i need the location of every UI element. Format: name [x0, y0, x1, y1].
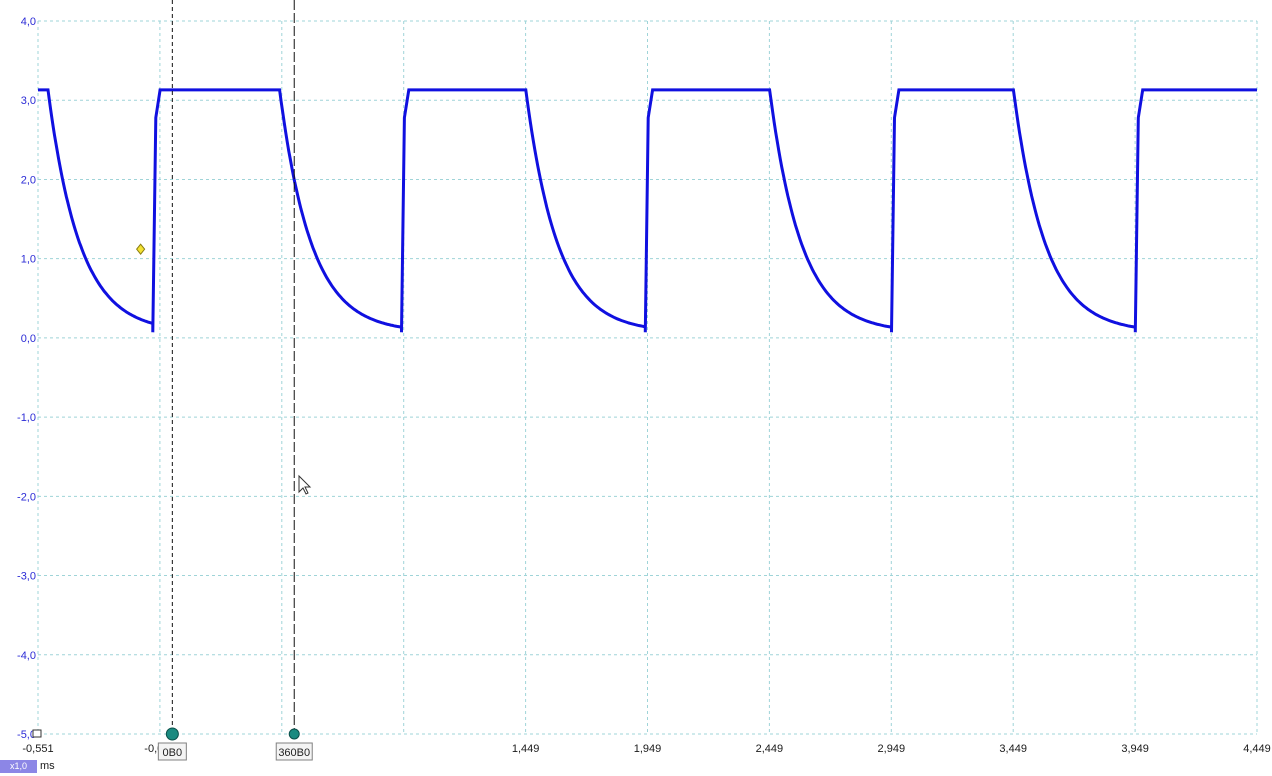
marker-layer[interactable]: [135, 243, 146, 255]
cursor-layer[interactable]: 0В0 360В0: [157, 0, 313, 761]
x-unit-label: ms: [40, 760, 55, 772]
cursor-label-1: 0В0: [163, 747, 183, 759]
trigger-marker-icon[interactable]: [135, 243, 146, 255]
x-tick-label: 1,449: [512, 743, 540, 755]
x-tick-label: 1,949: [634, 743, 662, 755]
y-tick-label: -1,0: [17, 412, 36, 424]
cursor-label-2: 360В0: [278, 747, 310, 759]
y-axis-ticks: 4,03,02,01,00,0-1,0-2,0-3,0-4,0-5,0: [17, 16, 36, 741]
x-tick-label: 3,449: [999, 743, 1027, 755]
x-tick-label: 3,949: [1121, 743, 1149, 755]
origin-square-icon[interactable]: [32, 729, 42, 738]
signal-trace: [38, 88, 1257, 333]
mouse-pointer-icon: [298, 474, 312, 495]
x-tick-label: -0,551: [22, 743, 53, 755]
oscilloscope-view[interactable]: 4,0 3,0 2,0 1,0 0,0 -1,0 -2,0 -3,0 -4,0 -5,0 -0,5…: [0, 0, 1272, 776]
y-tick-label: -2,0: [17, 491, 36, 503]
x-tick-label: 2,449: [756, 743, 784, 755]
y-tick-label: -4,0: [17, 650, 36, 662]
y-tick-label: 4,0: [21, 16, 36, 28]
y-tick-label: 0,0: [21, 333, 36, 345]
cursor-handle-2[interactable]: [288, 728, 300, 740]
y-tick-label: -3,0: [17, 571, 36, 583]
trace-layer: [38, 88, 1257, 333]
scale-badge[interactable]: x1,0: [0, 760, 37, 773]
y-tick-label: 1,0: [21, 254, 36, 266]
cursor-handle-1[interactable]: [165, 727, 179, 741]
waveform-plot[interactable]: 4,03,02,01,00,0-1,0-2,0-3,0-4,0-5,0 -0,5…: [0, 0, 1272, 776]
y-tick-label: 2,0: [21, 174, 36, 186]
y-tick-label: 3,0: [21, 95, 36, 107]
x-axis-ticks: -0,551-0,0511,4491,9492,4492,9493,4493,9…: [22, 743, 1270, 755]
x-tick-label: 2,949: [878, 743, 906, 755]
x-tick-label: 4,449: [1243, 743, 1271, 755]
